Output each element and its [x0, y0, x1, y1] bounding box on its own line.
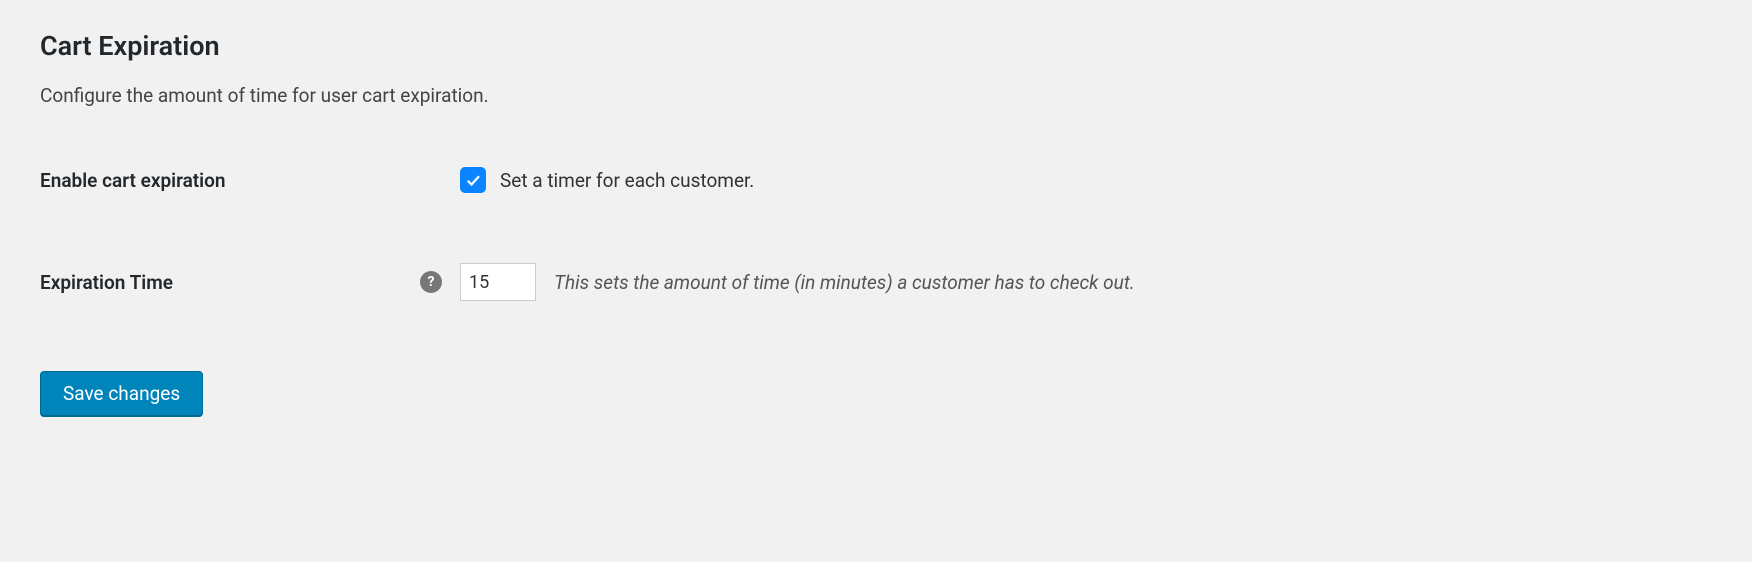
help-icon[interactable]: ?	[420, 271, 442, 293]
expiration-time-row: Expiration Time ? This sets the amount o…	[40, 263, 1712, 301]
enable-expiration-row: Enable cart expiration Set a timer for e…	[40, 167, 1712, 193]
enable-expiration-checkbox[interactable]	[460, 167, 486, 193]
expiration-time-description: This sets the amount of time (in minutes…	[554, 271, 1135, 294]
expiration-time-label: Expiration Time	[40, 271, 420, 294]
expiration-time-input[interactable]	[460, 263, 536, 301]
enable-expiration-label: Enable cart expiration	[40, 169, 420, 192]
section-title: Cart Expiration	[40, 30, 1712, 62]
section-description: Configure the amount of time for user ca…	[40, 84, 1712, 107]
save-button[interactable]: Save changes	[40, 371, 203, 416]
enable-expiration-description: Set a timer for each customer.	[500, 169, 754, 192]
check-icon	[464, 171, 482, 189]
